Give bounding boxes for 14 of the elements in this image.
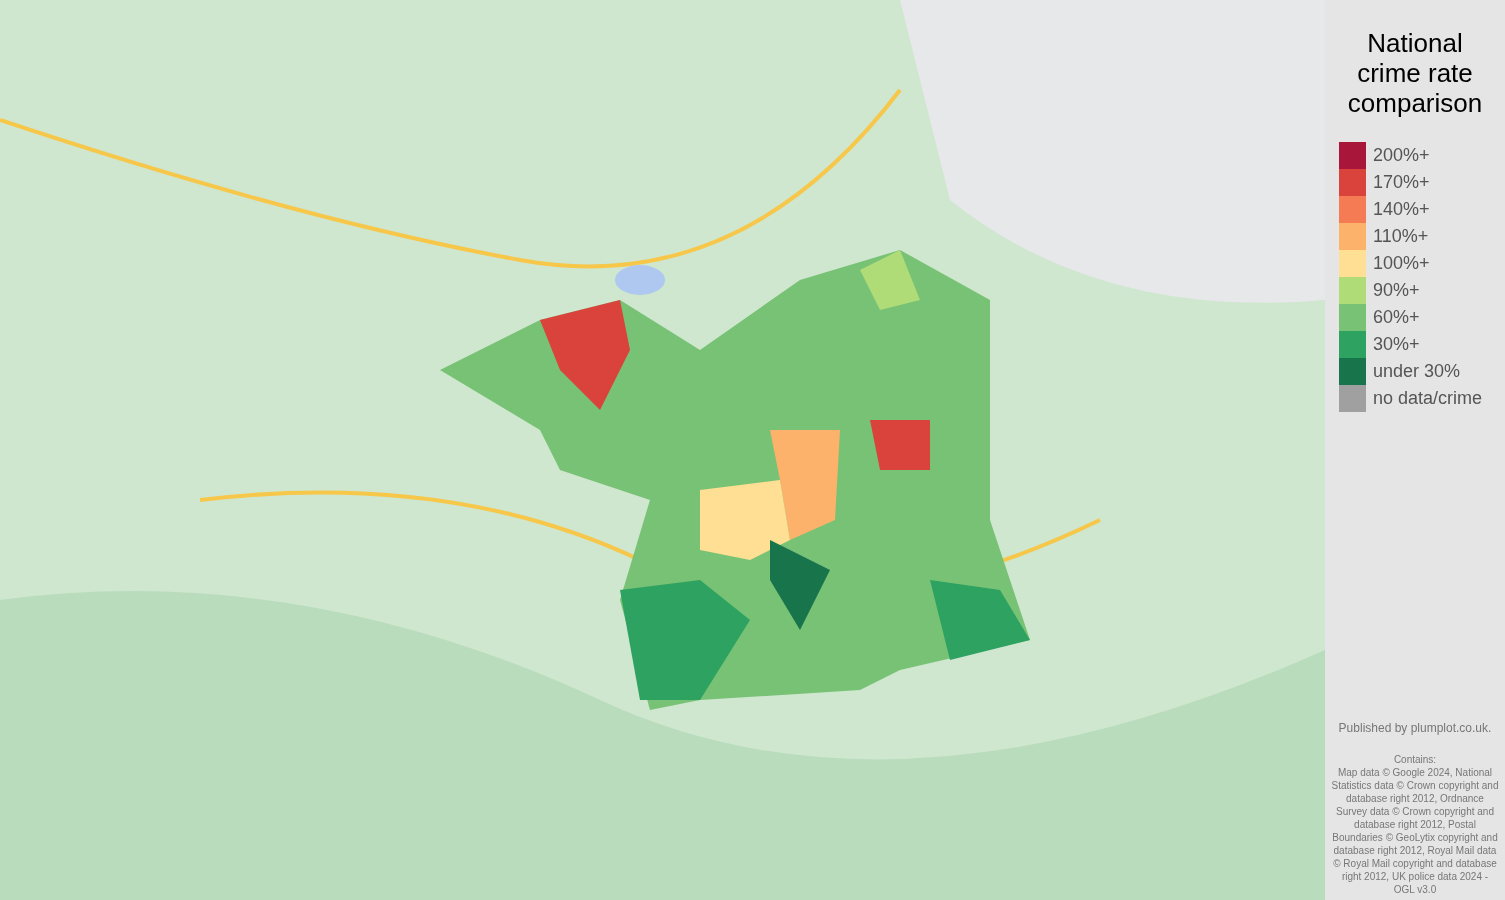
legend-label: 100%+ xyxy=(1373,252,1430,275)
legend-label: 110%+ xyxy=(1373,225,1429,248)
attribution-heading: Contains: xyxy=(1393,753,1437,766)
attribution-text: Map data © Google 2024, National Statistics data © Crown copyright and database right 2012, Ordnance Survey data © Crown copyright and database right 2012, Postal Boundaries © GeoLytix copyright and database right 2012, Royal Mail data © Royal Mail copyright and database right 2012, UK police data 2024 - OGL v3.0 xyxy=(1330,766,1500,896)
legend-label: 90%+ xyxy=(1373,279,1420,302)
legend-label: 30%+ xyxy=(1373,333,1420,356)
publisher-credit: Published by plumplot.co.uk. xyxy=(1337,720,1493,737)
legend-label: 140%+ xyxy=(1373,198,1430,221)
legend-label: 200%+ xyxy=(1373,144,1430,167)
legend-label: 60%+ xyxy=(1373,306,1420,329)
legend-label: no data/crime xyxy=(1373,387,1483,410)
legend-label: 170%+ xyxy=(1373,171,1430,194)
legend-title: National crime rate comparison xyxy=(1346,28,1484,118)
legend-label: under 30% xyxy=(1373,360,1461,383)
